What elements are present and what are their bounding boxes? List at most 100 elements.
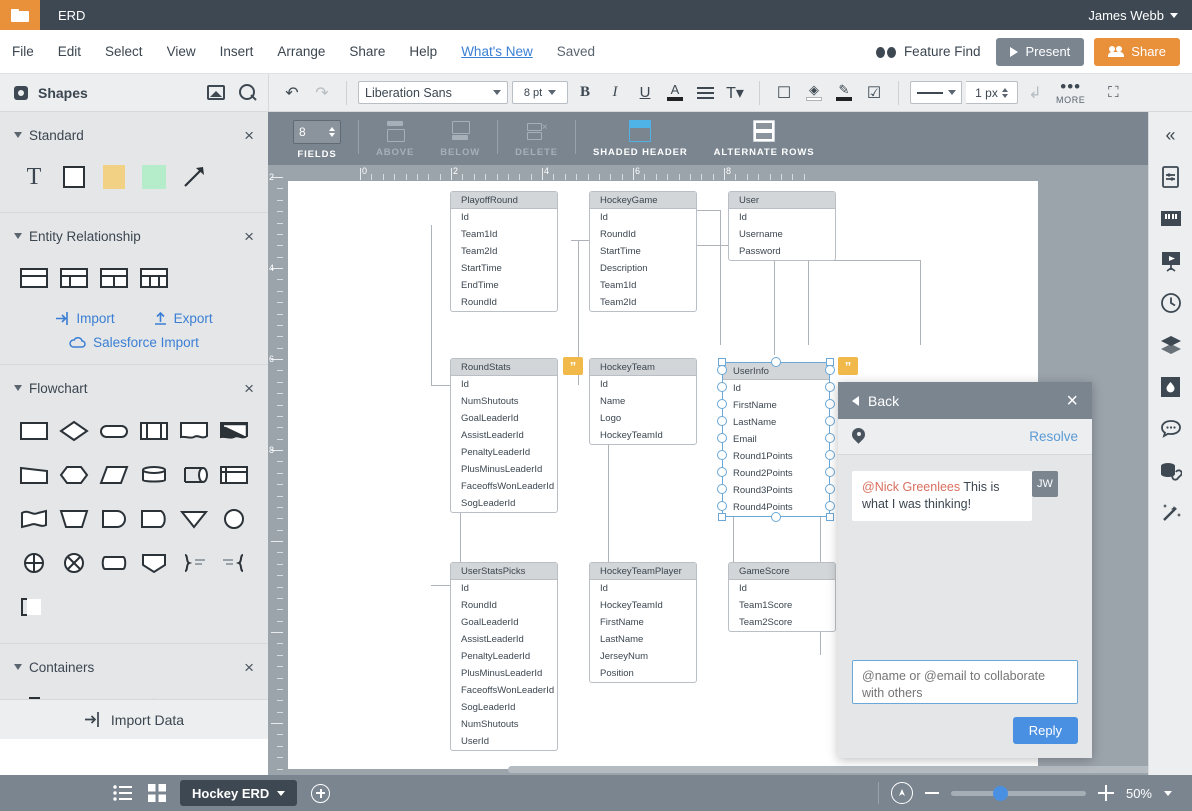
multi-document-shape[interactable] (214, 409, 254, 453)
section-header[interactable]: Containers × (0, 654, 268, 680)
entity-field[interactable]: FaceoffsWonLeaderId (451, 478, 557, 495)
present-icon[interactable] (1158, 248, 1184, 274)
menu-edit[interactable]: Edit (46, 30, 93, 74)
line-style-select[interactable] (910, 81, 962, 104)
trapezoid-shape[interactable] (14, 453, 54, 497)
preparation-shape[interactable] (54, 453, 94, 497)
data-link-icon[interactable] (1158, 458, 1184, 484)
entity-field[interactable]: Position (590, 665, 696, 682)
gear-icon[interactable] (12, 84, 30, 102)
entity-header[interactable]: PlayoffRound (451, 192, 557, 209)
entity-field[interactable]: Team2Id (451, 243, 557, 260)
themes-icon[interactable] (1158, 374, 1184, 400)
text-options-icon[interactable]: T▾ (722, 80, 748, 106)
text-shape[interactable]: T (14, 156, 54, 198)
entity-2col[interactable] (54, 257, 94, 299)
entity-field[interactable]: GoalLeaderId (451, 410, 557, 427)
close-icon[interactable]: × (244, 127, 254, 144)
resolve-button[interactable]: Resolve (1029, 429, 1078, 444)
entity-field[interactable]: Round3Points (723, 482, 829, 499)
export-link[interactable]: Export (153, 311, 213, 326)
entity-field[interactable]: FaceoffsWonLeaderId (451, 682, 557, 699)
entity-field[interactable]: HockeyTeamId (590, 427, 696, 444)
fullscreen-icon[interactable]: ⛶ (1103, 83, 1123, 103)
shape-icon[interactable]: ☐ (771, 80, 797, 106)
menu-insert[interactable]: Insert (208, 30, 266, 74)
entity-field[interactable]: JerseyNum (590, 648, 696, 665)
entity-field[interactable]: Name (590, 393, 696, 410)
menu-share[interactable]: Share (337, 30, 397, 74)
zoom-in-icon[interactable] (1098, 785, 1114, 801)
entity-field[interactable]: PenaltyLeaderId (451, 648, 557, 665)
salesforce-import-link[interactable]: Salesforce Import (0, 335, 268, 350)
close-icon[interactable]: × (1066, 391, 1078, 411)
entity-field[interactable]: Logo (590, 410, 696, 427)
canvas-horizontal-scrollbar[interactable] (508, 766, 1188, 773)
feature-find-button[interactable]: Feature Find (870, 44, 987, 59)
entity-field[interactable]: LastName (590, 631, 696, 648)
section-header[interactable]: Standard × (0, 122, 268, 148)
entity-table[interactable]: GameScoreIdTeam1ScoreTeam2Score (728, 562, 836, 632)
reply-button[interactable]: Reply (1013, 717, 1078, 744)
comment-bubble[interactable]: @Nick Greenlees This is what I was think… (852, 471, 1032, 521)
comment-mention[interactable]: @Nick Greenlees (862, 480, 960, 494)
underline-button[interactable]: U (632, 80, 658, 106)
close-icon[interactable]: × (244, 228, 254, 245)
arrow-shape[interactable] (174, 156, 214, 198)
menu-view[interactable]: View (155, 30, 208, 74)
entity-table[interactable]: PlayoffRoundIdTeam1IdTeam2IdStartTimeEnd… (450, 191, 558, 312)
entity-field[interactable]: StartTime (590, 243, 696, 260)
font-family-select[interactable]: Liberation Sans (358, 81, 508, 104)
entity-3col[interactable] (94, 257, 134, 299)
connection-point-right[interactable] (825, 450, 835, 460)
comment-input[interactable] (852, 660, 1078, 704)
zoom-slider-handle[interactable] (993, 786, 1008, 801)
entity-field[interactable]: Team1Id (451, 226, 557, 243)
circle-shape[interactable] (214, 497, 254, 541)
entity-field[interactable]: EndTime (451, 277, 557, 294)
comment-marker[interactable]: ” (838, 357, 858, 375)
history-icon[interactable] (1158, 290, 1184, 316)
undo-icon[interactable]: ↶ (279, 80, 305, 106)
brace-right-shape[interactable] (174, 541, 214, 585)
delete-row-button[interactable]: × DELETE (502, 120, 571, 158)
page-tab-hockey-erd[interactable]: Hockey ERD (180, 780, 297, 806)
entity-field[interactable]: UserId (451, 733, 557, 750)
redo-icon[interactable]: ↷ (309, 80, 335, 106)
entity-header[interactable]: RoundStats (451, 359, 557, 376)
italic-button[interactable]: I (602, 80, 628, 106)
decision-shape[interactable] (54, 409, 94, 453)
entity-field[interactable]: Id (451, 376, 557, 393)
entity-field[interactable]: RoundId (451, 294, 557, 311)
entity-field[interactable]: Password (729, 243, 835, 260)
entity-field[interactable]: Round2Points (723, 465, 829, 482)
font-size-select[interactable]: 8 pt (512, 81, 568, 104)
extract-shape[interactable] (134, 541, 174, 585)
connection-point-right[interactable] (825, 484, 835, 494)
shaded-header-toggle[interactable]: SHADED HEADER (580, 120, 701, 158)
connection-point-left[interactable] (717, 501, 727, 511)
stored-data-shape[interactable] (94, 541, 134, 585)
connection-point-right[interactable] (825, 467, 835, 477)
connection-point-right[interactable] (825, 399, 835, 409)
import-link[interactable]: Import (55, 311, 114, 326)
entity-field[interactable]: Id (590, 376, 696, 393)
entity-field[interactable]: HockeyTeamId (590, 597, 696, 614)
bold-button[interactable]: B (572, 80, 598, 106)
entity-field[interactable]: RoundId (451, 597, 557, 614)
entity-header[interactable]: User (729, 192, 835, 209)
resize-handle-s[interactable] (771, 512, 781, 522)
comment-marker[interactable]: ” (563, 357, 583, 375)
entity-field[interactable]: Username (729, 226, 835, 243)
connection-point-left[interactable] (717, 450, 727, 460)
text-color-button[interactable]: A (662, 80, 688, 106)
presenter-mode-icon[interactable] (891, 782, 913, 804)
menu-select[interactable]: Select (93, 30, 155, 74)
entity-header[interactable]: HockeyGame (590, 192, 696, 209)
add-page-icon[interactable] (311, 784, 330, 803)
fill-bucket-icon[interactable]: ◈ (801, 80, 827, 106)
entity-table[interactable]: HockeyTeamPlayerIdHockeyTeamIdFirstNameL… (589, 562, 697, 683)
database-shape[interactable] (134, 453, 174, 497)
entity-field[interactable]: Id (590, 580, 696, 597)
manual-operation-shape[interactable] (54, 497, 94, 541)
